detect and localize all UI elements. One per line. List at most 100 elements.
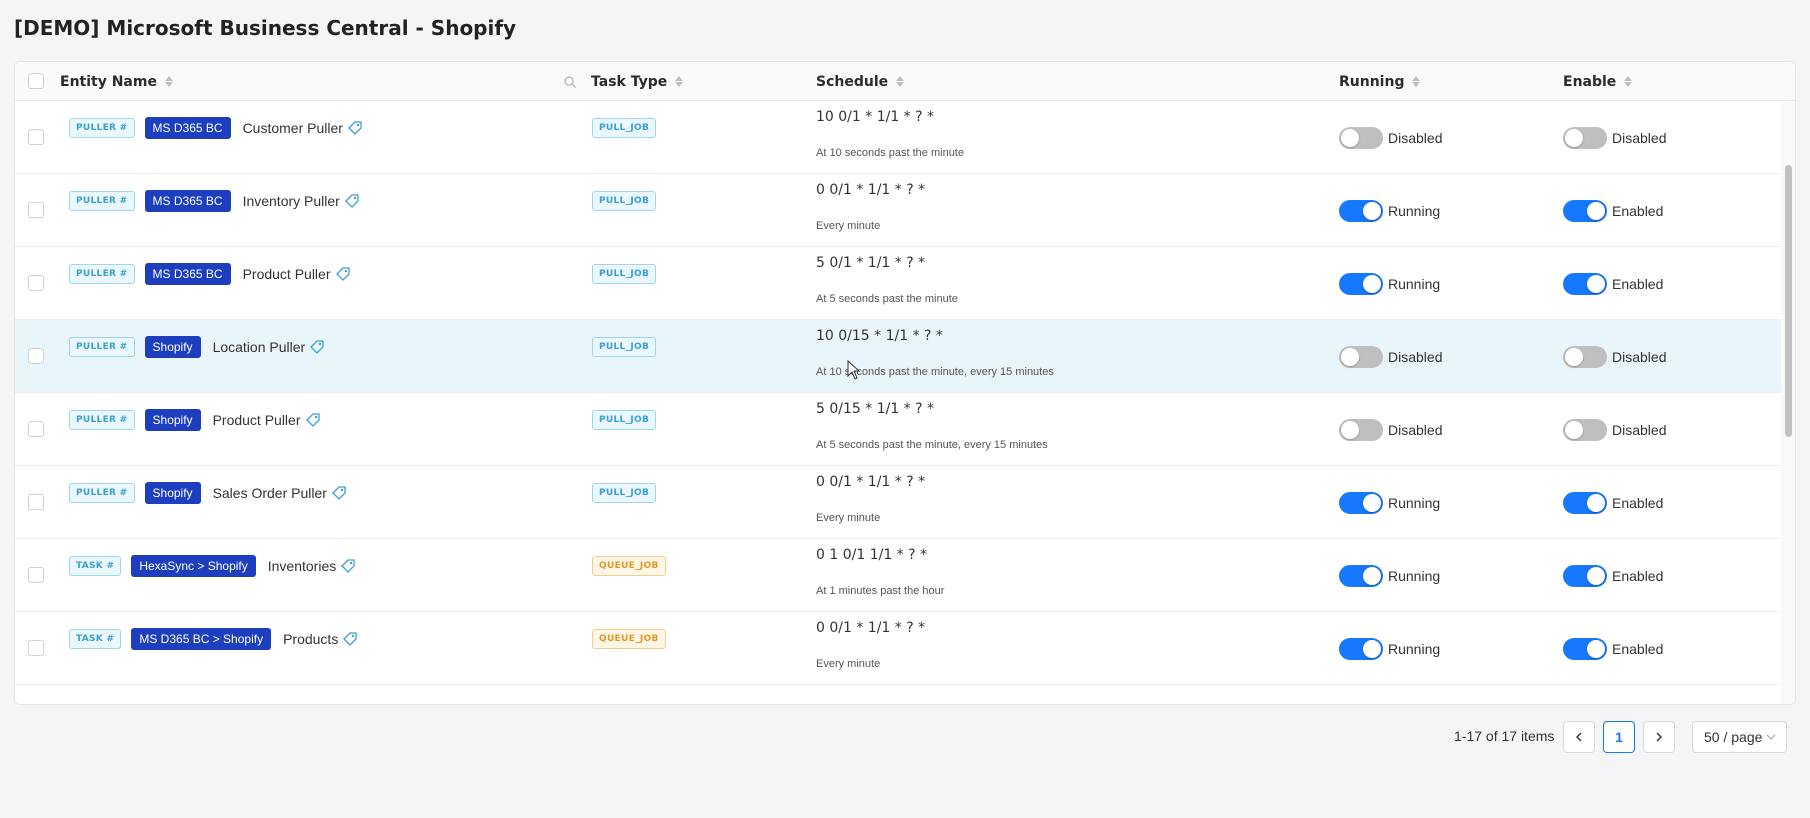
chevron-down-icon <box>1766 734 1776 740</box>
prev-page-button[interactable] <box>1563 721 1595 753</box>
enable-cell: Disabled <box>1563 393 1666 466</box>
kind-tag: PULLER # <box>69 483 135 503</box>
task-type-cell: PULL_JOB <box>592 466 657 520</box>
col-entity-name[interactable]: Entity Name <box>60 62 173 101</box>
task-type-tag: PULL_JOB <box>592 264 657 284</box>
running-switch[interactable] <box>1339 345 1383 368</box>
enable-switch[interactable] <box>1563 564 1607 587</box>
sort-icon[interactable] <box>1624 76 1633 87</box>
tag-icon[interactable] <box>309 339 325 355</box>
task-type-cell: PULL_JOB <box>592 247 657 301</box>
enable-switch[interactable] <box>1563 199 1607 222</box>
entity-cell: PULLER # MS D365 BC Inventory Puller <box>69 174 360 228</box>
running-switch[interactable] <box>1339 418 1383 441</box>
col-running-label: Running <box>1339 73 1405 90</box>
task-type-tag: QUEUE_JOB <box>592 556 666 576</box>
entity-name[interactable]: Sales Order Puller <box>213 485 327 501</box>
running-switch[interactable] <box>1339 272 1383 295</box>
table-row[interactable]: PULLER # MS D365 BC Product Puller PULL_… <box>15 247 1783 320</box>
entity-cell: PULLER # MS D365 BC Product Puller <box>69 247 351 301</box>
col-task-type[interactable]: Task Type <box>591 62 684 101</box>
sort-icon[interactable] <box>675 76 684 87</box>
select-all-checkbox[interactable] <box>28 73 44 89</box>
tag-icon[interactable] <box>335 266 351 282</box>
row-checkbox[interactable] <box>28 421 44 437</box>
scrollbar-thumb[interactable] <box>1785 165 1792 437</box>
tag-icon[interactable] <box>342 631 358 647</box>
enable-status: Disabled <box>1612 129 1667 146</box>
enable-switch[interactable] <box>1563 126 1607 149</box>
running-status: Running <box>1388 202 1441 219</box>
col-schedule[interactable]: Schedule <box>816 62 905 101</box>
col-running[interactable]: Running <box>1339 62 1421 101</box>
tag-icon[interactable] <box>344 193 360 209</box>
kind-tag: PULLER # <box>69 191 135 211</box>
search-icon[interactable] <box>563 75 577 89</box>
tag-icon[interactable] <box>331 485 347 501</box>
row-checkbox[interactable] <box>28 202 44 218</box>
table-row[interactable]: PULLER # Shopify Product Puller PULL_JOB… <box>15 393 1783 466</box>
entity-name[interactable]: Inventory Puller <box>243 193 340 209</box>
table-row[interactable]: PULLER # MS D365 BC Inventory Puller PUL… <box>15 174 1783 247</box>
kind-tag: PULLER # <box>69 337 135 357</box>
row-checkbox[interactable] <box>28 129 44 145</box>
task-type-tag: PULL_JOB <box>592 410 657 430</box>
tag-icon[interactable] <box>347 120 363 136</box>
row-checkbox[interactable] <box>28 275 44 291</box>
schedule-description: At 5 seconds past the minute <box>816 293 958 305</box>
enable-switch[interactable] <box>1563 491 1607 514</box>
table-row[interactable]: PULLER # MS D365 BC Customer Puller PULL… <box>15 101 1783 174</box>
enable-switch[interactable] <box>1563 345 1607 368</box>
next-page-button[interactable] <box>1643 721 1675 753</box>
running-switch[interactable] <box>1339 199 1383 222</box>
connector-tag: HexaSync > Shopify <box>131 555 256 577</box>
col-enable[interactable]: Enable <box>1563 62 1633 101</box>
schedule-description: At 1 minutes past the hour <box>816 585 945 597</box>
entity-name[interactable]: Inventories <box>268 558 336 574</box>
entity-name[interactable]: Product Puller <box>213 412 301 428</box>
connector-tag: Shopify <box>144 336 201 358</box>
enable-cell: Enabled <box>1563 612 1663 685</box>
sort-icon[interactable] <box>1412 76 1421 87</box>
running-switch[interactable] <box>1339 564 1383 587</box>
enable-switch[interactable] <box>1563 272 1607 295</box>
running-switch[interactable] <box>1339 491 1383 514</box>
running-cell: Running <box>1339 247 1440 320</box>
enable-switch[interactable] <box>1563 637 1607 660</box>
table-row[interactable]: TASK # MS D365 BC > Shopify Products QUE… <box>15 612 1783 685</box>
connector-tag: MS D365 BC > Shopify <box>131 628 272 650</box>
entity-name[interactable]: Product Puller <box>243 266 331 282</box>
table-row[interactable]: PULLER # Shopify Sales Order Puller PULL… <box>15 466 1783 539</box>
running-switch[interactable] <box>1339 126 1383 149</box>
running-cell: Disabled <box>1339 101 1442 174</box>
row-checkbox[interactable] <box>28 494 44 510</box>
enable-cell: Disabled <box>1563 320 1666 393</box>
page-title: [DEMO] Microsoft Business Central - Shop… <box>14 16 517 40</box>
schedule-description: Every minute <box>816 658 881 670</box>
sort-icon[interactable] <box>896 76 905 87</box>
page-1-button[interactable]: 1 <box>1603 721 1635 753</box>
task-type-cell: PULL_JOB <box>592 320 657 374</box>
page-size-select[interactable]: 50 / page <box>1692 721 1787 753</box>
entity-cell: PULLER # Shopify Sales Order Puller <box>69 466 347 520</box>
col-task-type-label: Task Type <box>591 73 668 90</box>
schedule-cron: 10 0/15 * 1/1 * ? * <box>816 328 943 344</box>
enable-switch[interactable] <box>1563 418 1607 441</box>
sort-icon[interactable] <box>164 76 173 87</box>
kind-tag: PULLER # <box>69 118 135 138</box>
running-status: Disabled <box>1388 348 1443 365</box>
table-row[interactable]: TASK # HexaSync > Shopify Inventories QU… <box>15 539 1783 612</box>
row-checkbox[interactable] <box>28 348 44 364</box>
running-switch[interactable] <box>1339 637 1383 660</box>
entity-name[interactable]: Location Puller <box>213 339 306 355</box>
table-row[interactable]: PULLER # Shopify Location Puller PULL_JO… <box>15 320 1783 393</box>
entity-name[interactable]: Customer Puller <box>243 120 343 136</box>
row-checkbox[interactable] <box>28 567 44 583</box>
entity-name[interactable]: Products <box>283 631 338 647</box>
row-checkbox[interactable] <box>28 640 44 656</box>
tag-icon[interactable] <box>305 412 321 428</box>
tag-icon[interactable] <box>340 558 356 574</box>
chevron-left-icon <box>1576 732 1582 742</box>
enable-status: Disabled <box>1612 348 1667 365</box>
running-cell: Running <box>1339 539 1440 612</box>
